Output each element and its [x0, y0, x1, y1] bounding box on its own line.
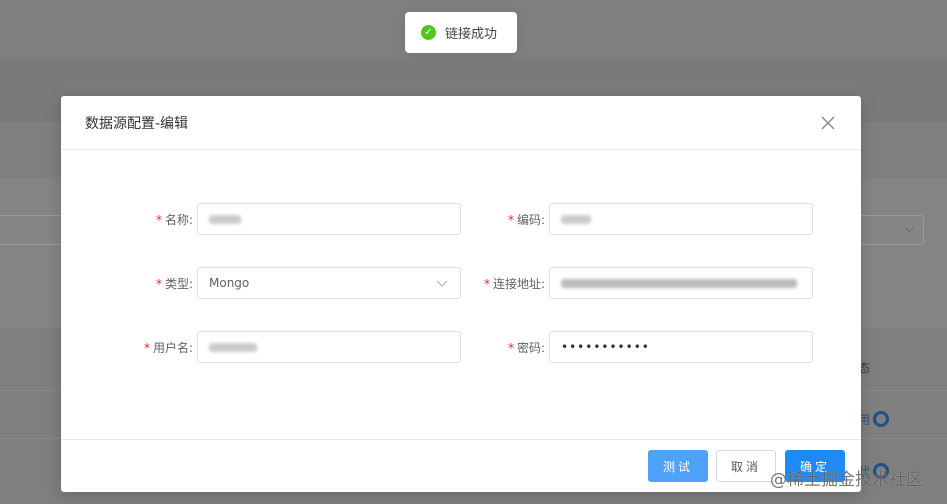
- dialog-header: 数据源配置-编辑: [61, 96, 861, 150]
- datasource-edit-dialog: 数据源配置-编辑 * 名称: * 编码: * 类型: Mongo * 连接地址:…: [61, 96, 861, 492]
- username-form-item: * 用户名:: [121, 331, 461, 363]
- dialog-footer: 测试 取消 确定: [61, 439, 861, 492]
- background-search-input: [0, 215, 66, 245]
- close-icon[interactable]: [819, 114, 837, 132]
- background-status-toggle: 用: [858, 410, 890, 428]
- name-input[interactable]: [197, 203, 461, 235]
- code-form-item: * 编码:: [473, 203, 813, 235]
- url-form-item: * 连接地址:: [473, 267, 813, 299]
- redacted-value: [561, 214, 591, 224]
- type-label: * 类型:: [155, 276, 193, 291]
- type-form-item: * 类型: Mongo: [121, 267, 461, 299]
- url-label: * 连接地址:: [483, 276, 545, 291]
- url-input[interactable]: [549, 267, 813, 299]
- cancel-button[interactable]: 取消: [716, 450, 776, 482]
- redacted-value: [209, 342, 257, 352]
- code-label: * 编码:: [507, 212, 545, 227]
- background-filter-select: ⌵: [858, 215, 924, 245]
- chevron-down-icon: [435, 276, 449, 290]
- redacted-value: [561, 278, 797, 288]
- name-label: * 名称:: [155, 212, 193, 227]
- toast-message: 链接成功: [445, 27, 498, 42]
- code-input[interactable]: [549, 203, 813, 235]
- toggle-knob: [873, 411, 890, 427]
- name-form-item: * 名称:: [121, 203, 461, 235]
- chevron-down-icon: ⌵: [904, 221, 914, 235]
- type-selected-value: Mongo: [209, 276, 250, 290]
- type-select[interactable]: Mongo: [197, 267, 461, 299]
- test-button[interactable]: 测试: [648, 450, 708, 482]
- site-watermark: @稀土掘金技术社区: [770, 470, 923, 490]
- redacted-value: [209, 214, 241, 224]
- password-input[interactable]: •••••••••••: [549, 331, 813, 363]
- username-input[interactable]: [197, 331, 461, 363]
- dialog-title: 数据源配置-编辑: [85, 115, 189, 132]
- password-label: * 密码:: [507, 340, 545, 355]
- password-value: •••••••••••: [561, 340, 650, 354]
- check-circle-icon: ✓: [421, 25, 436, 40]
- password-form-item: * 密码: •••••••••••: [473, 331, 813, 363]
- success-toast: ✓ 链接成功: [405, 12, 517, 53]
- username-label: * 用户名:: [143, 340, 193, 355]
